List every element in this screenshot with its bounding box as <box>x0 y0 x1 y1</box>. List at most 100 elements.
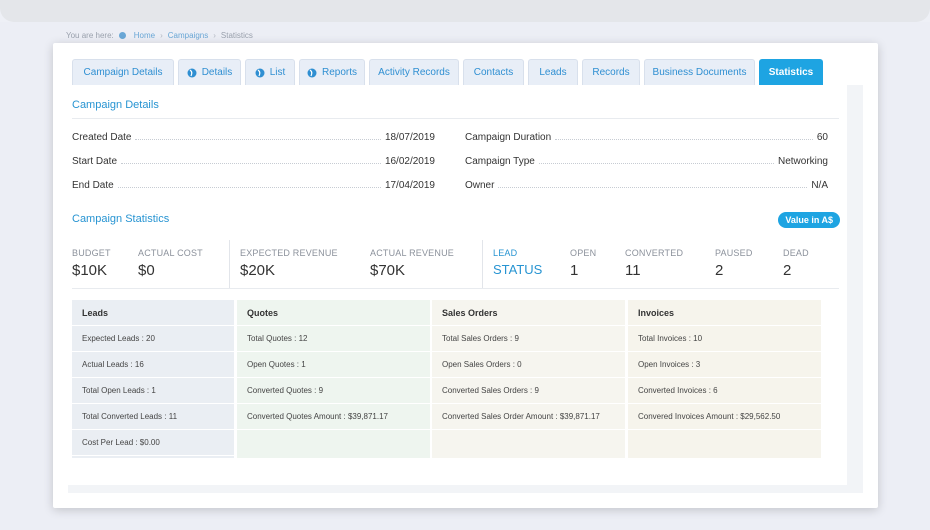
tab-list[interactable]: List <box>245 59 295 85</box>
currency-badge[interactable]: Value in A$ <box>778 212 840 228</box>
expected-revenue-stat: EXPECTED REVENUE $20K <box>240 248 338 279</box>
tab-campaign-details[interactable]: Campaign Details <box>72 59 174 85</box>
campaign-type-label: Campaign Type <box>465 156 535 167</box>
campaign-duration-label: Campaign Duration <box>465 132 552 143</box>
top-bar <box>0 0 930 22</box>
breadcrumb-home[interactable]: Home <box>134 31 155 40</box>
breadcrumb: You are here: Home › Campaigns › Statist… <box>66 31 253 40</box>
invoices-row: Convered Invoices Amount : $29,562.50 <box>628 404 821 430</box>
start-date-value: 16/02/2019 <box>384 156 435 167</box>
tab-label: Details <box>201 67 233 78</box>
campaign-duration-value: 60 <box>816 132 828 143</box>
owner-row: Owner N/A <box>465 180 828 191</box>
paused-value: 2 <box>715 262 724 279</box>
divider <box>72 288 839 289</box>
leads-header: Leads <box>72 300 234 326</box>
tab-contacts[interactable]: Contacts <box>463 59 524 85</box>
sales-orders-row: Converted Sales Order Amount : $39,871.1… <box>432 404 625 430</box>
actual-revenue-label: ACTUAL REVENUE <box>370 248 454 258</box>
paused-stat: PAUSED 2 <box>715 248 753 279</box>
converted-stat: CONVERTED 11 <box>625 248 683 279</box>
stat-divider <box>482 240 483 288</box>
dead-value: 2 <box>783 262 792 279</box>
breadcrumb-prefix: You are here: <box>66 31 114 40</box>
tab-label: Reports <box>321 67 357 78</box>
expected-revenue-value: $20K <box>240 262 276 279</box>
created-date-label: Created Date <box>72 132 132 143</box>
owner-label: Owner <box>465 180 495 191</box>
actual-revenue-value: $70K <box>370 262 406 279</box>
owner-value: N/A <box>811 180 828 191</box>
actual-cost-label: ACTUAL COST <box>138 248 203 258</box>
statistics-content: Campaign Details Created Date 18/07/2019… <box>68 85 847 485</box>
quotes-row: Total Quotes : 12 <box>237 326 430 352</box>
lead-status-label: LEAD <box>493 248 518 258</box>
home-icon <box>118 32 126 39</box>
created-date-row: Created Date 18/07/2019 <box>72 132 435 143</box>
invoices-header: Invoices <box>628 300 821 326</box>
open-value: 1 <box>570 262 579 279</box>
campaign-statistics-title: Campaign Statistics <box>72 213 170 225</box>
start-date-row: Start Date 16/02/2019 <box>72 156 435 167</box>
sales-orders-row: Converted Sales Orders : 9 <box>432 378 625 404</box>
leads-row: Cost Per Lead : $0.00 <box>72 430 234 456</box>
open-label: OPEN <box>570 248 597 258</box>
created-date-value: 18/07/2019 <box>384 132 435 143</box>
main-card: Campaign Details Details List Reports Ac… <box>53 43 878 508</box>
dead-stat: DEAD 2 <box>783 248 809 279</box>
sales-orders-row: Open Sales Orders : 0 <box>432 352 625 378</box>
tab-business-documents[interactable]: Business Documents <box>644 59 755 85</box>
tab-bar: Campaign Details Details List Reports Ac… <box>72 59 827 85</box>
breadcrumb-separator: › <box>160 31 163 40</box>
converted-value: 11 <box>625 262 641 279</box>
campaign-duration-row: Campaign Duration 60 <box>465 132 828 143</box>
breadcrumb-current: Statistics <box>220 31 253 40</box>
budget-label: BUDGET <box>72 248 111 258</box>
quotes-row: Open Quotes : 1 <box>237 352 430 378</box>
end-date-row: End Date 17/04/2019 <box>72 180 435 191</box>
tab-statistics[interactable]: Statistics <box>759 59 823 85</box>
tab-label: Campaign Details <box>83 67 163 78</box>
tab-label: Leads <box>539 67 567 78</box>
budget-stat: BUDGET $10K <box>72 248 111 279</box>
dotted-leader <box>117 187 381 188</box>
sales-orders-column: Sales Orders Total Sales Orders : 9 Open… <box>432 300 625 458</box>
start-date-label: Start Date <box>72 156 118 167</box>
tab-label: Business Documents <box>652 67 747 78</box>
divider <box>72 118 839 119</box>
campaign-type-value: Networking <box>777 156 828 167</box>
open-stat: OPEN 1 <box>570 248 596 279</box>
dotted-leader <box>498 187 808 188</box>
dotted-leader <box>555 139 813 140</box>
tab-label: Activity Records <box>378 67 450 78</box>
tab-reports[interactable]: Reports <box>299 59 365 85</box>
quotes-header: Quotes <box>237 300 430 326</box>
end-date-value: 17/04/2019 <box>384 180 435 191</box>
dead-label: DEAD <box>783 248 809 258</box>
tab-records[interactable]: Records <box>582 59 640 85</box>
tab-panel: Campaign Details Created Date 18/07/2019… <box>68 85 863 493</box>
leads-row: Actual Leads : 16 <box>72 352 234 378</box>
breadcrumb-campaigns[interactable]: Campaigns <box>168 31 208 40</box>
globe-icon <box>187 68 197 78</box>
campaign-type-row: Campaign Type Networking <box>465 156 828 167</box>
quotes-row: Converted Quotes : 9 <box>237 378 430 404</box>
leads-row: Total Open Leads : 1 <box>72 378 234 404</box>
tab-label: Records <box>592 67 630 78</box>
quotes-row: Converted Quotes Amount : $39,871.17 <box>237 404 430 430</box>
leads-row: Expected Leads : 20 <box>72 326 234 352</box>
breadcrumb-separator: › <box>213 31 216 40</box>
tab-label: Statistics <box>768 67 814 78</box>
budget-value: $10K <box>72 262 108 279</box>
lead-status-stat: LEAD STATUS <box>493 248 542 277</box>
tab-details[interactable]: Details <box>178 59 241 85</box>
lead-status-value: STATUS <box>493 262 543 277</box>
stat-divider <box>229 240 230 288</box>
sales-orders-header: Sales Orders <box>432 300 625 326</box>
leads-row: Total Converted Leads : 11 <box>72 404 234 430</box>
end-date-label: End Date <box>72 180 114 191</box>
invoices-column: Invoices Total Invoices : 10 Open Invoic… <box>628 300 821 458</box>
tab-leads[interactable]: Leads <box>528 59 578 85</box>
tab-activity-records[interactable]: Activity Records <box>369 59 459 85</box>
globe-icon <box>255 68 265 78</box>
